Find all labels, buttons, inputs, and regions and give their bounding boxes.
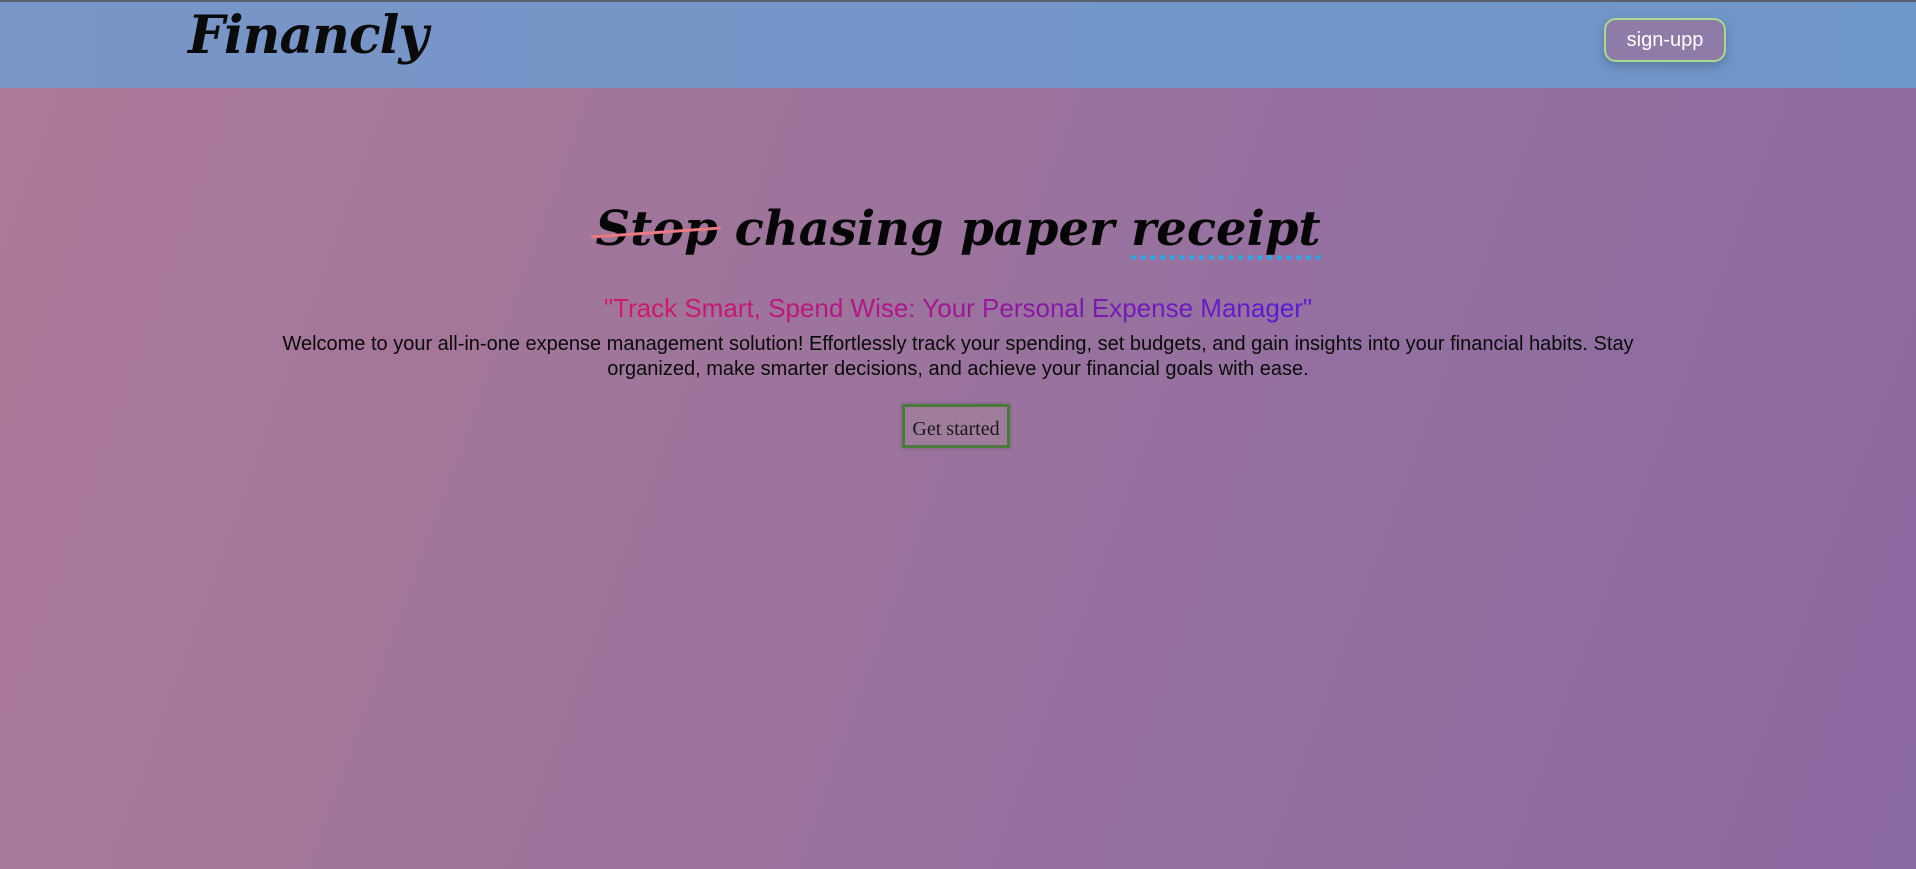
navbar: Financly sign-upp (0, 2, 1916, 88)
logo[interactable]: Financly (188, 10, 429, 62)
title-struck-word: Stop (595, 201, 718, 257)
get-started-button[interactable]: Get started (902, 404, 1010, 448)
signup-button[interactable]: sign-upp (1604, 18, 1726, 62)
tagline-text: "Track Smart, Spend Wise: Your Personal … (603, 293, 1313, 323)
title-middle-text: chasing paper (717, 201, 1131, 257)
title-underlined-word: receipt (1131, 205, 1321, 260)
tagline: "Track Smart, Spend Wise: Your Personal … (0, 292, 1916, 324)
hero-description: Welcome to your all-in-one expense manag… (282, 333, 1634, 380)
hero-title: Stop chasing paper receipt (0, 205, 1916, 260)
